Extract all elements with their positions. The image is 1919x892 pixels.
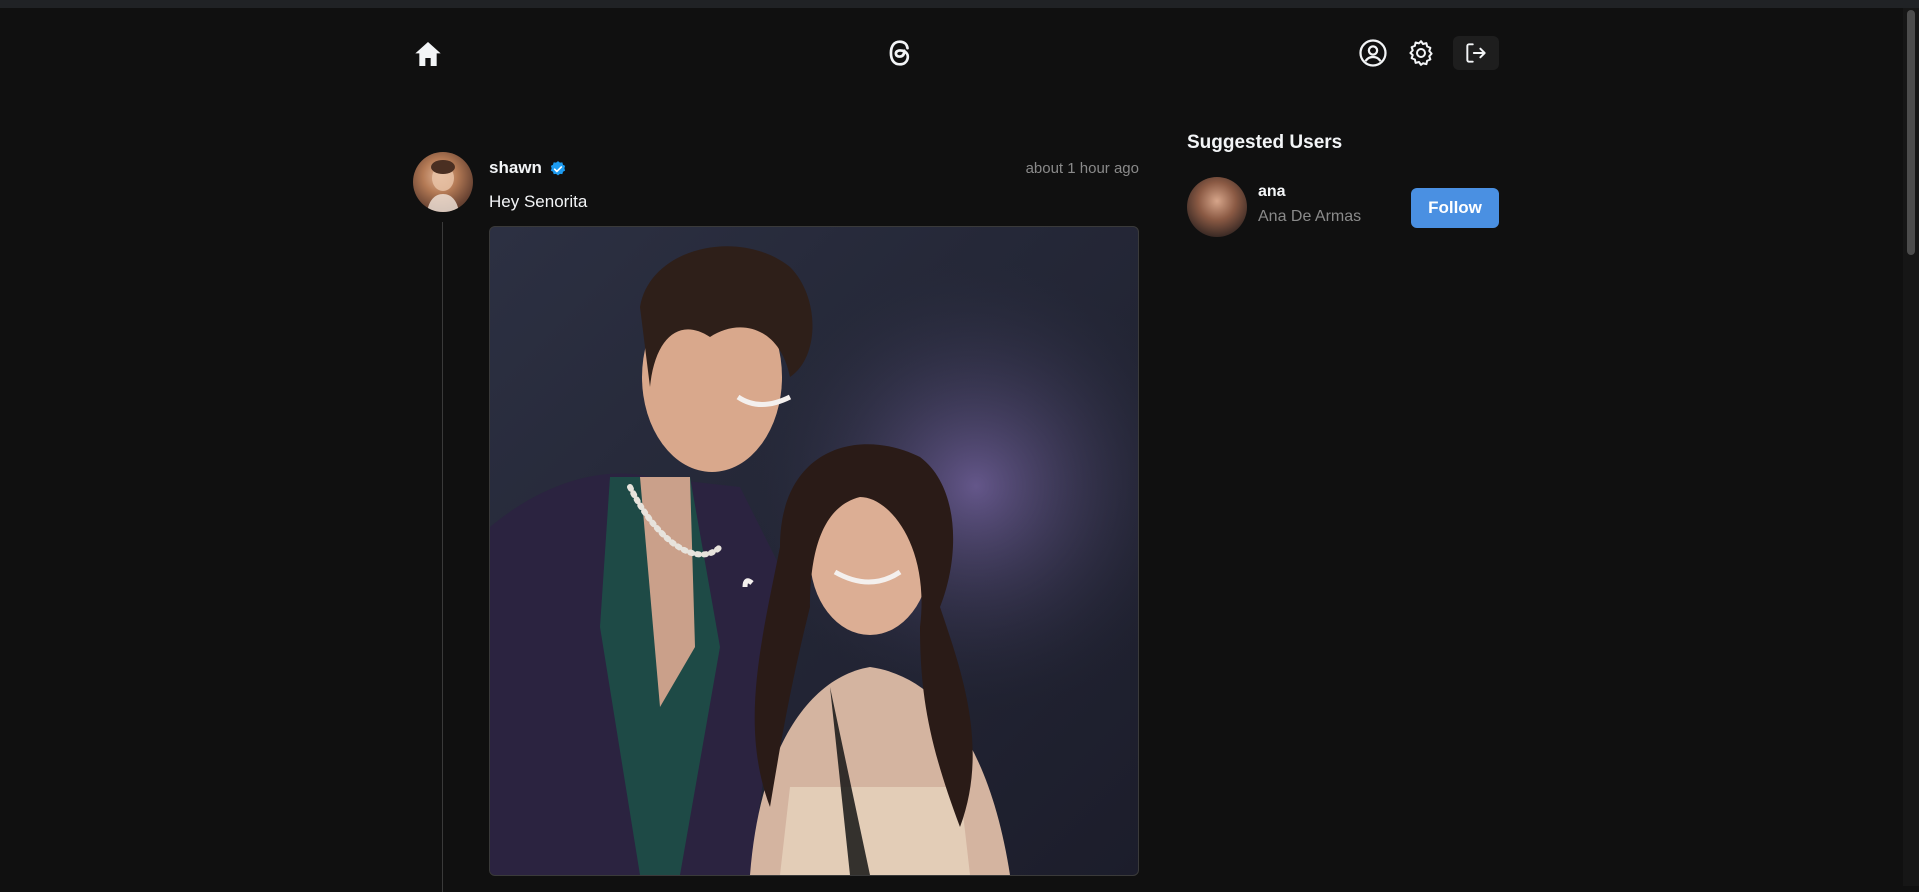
- home-button[interactable]: [412, 38, 444, 70]
- suggested-users-panel: Suggested Users ana Ana De Armas Follow: [1187, 132, 1499, 237]
- post-header: shawn about 1 hour ago: [489, 156, 1139, 180]
- suggested-users-title: Suggested Users: [1187, 132, 1343, 153]
- scrollbar-thumb[interactable]: [1907, 10, 1915, 255]
- suggested-user-username[interactable]: ana: [1258, 183, 1286, 201]
- home-icon: [415, 42, 441, 66]
- threads-logo[interactable]: [883, 36, 917, 70]
- avatar[interactable]: [1187, 177, 1247, 237]
- logout-icon: [1466, 43, 1486, 63]
- gear-icon: [1409, 40, 1433, 66]
- verified-icon: [550, 161, 566, 176]
- post-photo: [490, 227, 1138, 875]
- logout-button[interactable]: [1453, 36, 1499, 70]
- suggested-user-row: ana Ana De Armas Follow: [1187, 177, 1499, 237]
- avatar-photo: [427, 160, 459, 212]
- suggested-user-fullname: Ana De Armas: [1258, 208, 1362, 225]
- follow-button[interactable]: Follow: [1411, 188, 1499, 228]
- post: shawn about 1 hour ago Hey Senorita: [413, 152, 1139, 892]
- post-timestamp: about 1 hour ago: [1025, 160, 1139, 177]
- threads-logo-icon: [889, 40, 910, 66]
- user-circle-icon: [1359, 39, 1387, 67]
- profile-button[interactable]: [1358, 38, 1388, 68]
- post-image[interactable]: [489, 226, 1139, 876]
- avatar[interactable]: [413, 152, 473, 212]
- post-username[interactable]: shawn: [489, 158, 542, 178]
- browser-top-strip: [0, 0, 1919, 8]
- page-scrollbar[interactable]: [1903, 8, 1919, 886]
- settings-button[interactable]: [1406, 38, 1436, 68]
- header: [0, 30, 1919, 76]
- post-text: Hey Senorita: [489, 192, 588, 211]
- thread-line: [442, 222, 443, 892]
